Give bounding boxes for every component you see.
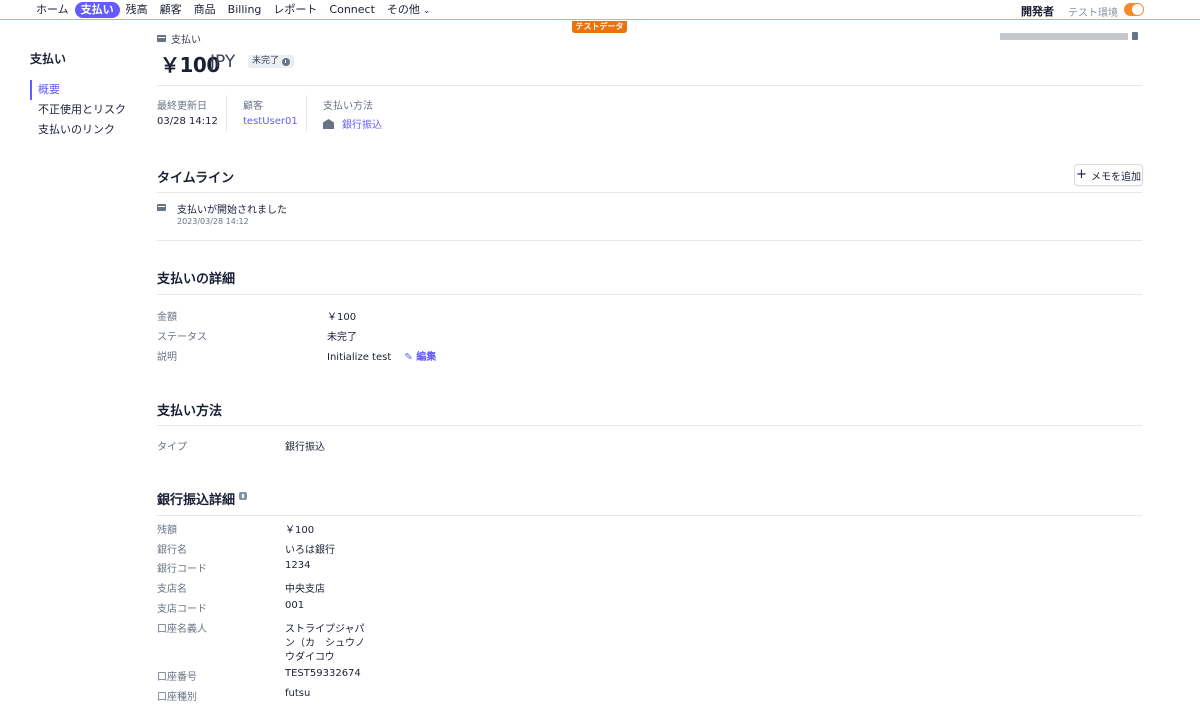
bank-value: 中央支店	[285, 584, 325, 595]
type-link[interactable]: 銀行振込	[285, 438, 325, 453]
nav-items: ホーム 支払い 残高 顧客 商品 Billing レポート Connect その…	[30, 2, 436, 18]
payment-id-redacted	[1000, 33, 1128, 40]
details-title: 支払いの詳細	[157, 272, 236, 287]
bank-label: 支店名	[157, 584, 187, 595]
sidebar-item-payment-links[interactable]: 支払いのリンク	[30, 120, 140, 140]
bank-value: ウダイコウ	[285, 652, 335, 663]
meta-separator	[226, 95, 227, 131]
bank-value: futsu	[285, 688, 311, 699]
bank-label: 口座名義人	[157, 624, 207, 635]
bank-value: 001	[285, 600, 305, 611]
description-value: Initialize test	[327, 352, 392, 363]
bank-value: いろは銀行	[285, 545, 335, 556]
updated-value: 03/28 14:12	[157, 116, 218, 127]
toggle-knob	[1132, 4, 1143, 15]
updated-label: 最終更新日	[157, 101, 207, 112]
method-value: 銀行振込	[323, 116, 382, 131]
payment-currency: JPY	[210, 52, 236, 72]
test-mode-line	[0, 19, 1200, 20]
test-mode-toggle[interactable]	[1124, 3, 1144, 16]
detail-value: ￥100	[327, 312, 357, 323]
payment-icon	[157, 35, 166, 42]
sidebar-item-overview[interactable]: 概要	[30, 80, 140, 100]
detail-label: ステータス	[157, 332, 207, 343]
detail-label: 説明	[157, 352, 177, 363]
nav-reports[interactable]: レポート	[267, 2, 323, 18]
detail-label: 金額	[157, 312, 177, 323]
bank-label: 口座番号	[157, 672, 197, 683]
bank-value: ストライプジャパ	[285, 624, 365, 635]
bank-label: 銀行コード	[157, 564, 207, 575]
nav-more[interactable]: その他 ⌄	[381, 2, 437, 18]
customer-label: 顧客	[243, 101, 263, 112]
nav-right: 開発者 テスト環境	[1021, 3, 1140, 19]
info-icon[interactable]	[239, 492, 248, 500]
plus-icon: +	[1076, 167, 1087, 182]
nav-billing[interactable]: Billing	[222, 2, 268, 18]
nav-products[interactable]: 商品	[188, 2, 222, 18]
test-data-badge: テストデータ	[572, 21, 627, 33]
copy-icon[interactable]	[1132, 32, 1138, 40]
sidebar-item-fraud-risk[interactable]: 不正使用とリスク	[30, 100, 140, 120]
method-label: 支払い方法	[323, 101, 373, 112]
bank-label: 支店コード	[157, 604, 207, 615]
bank-value: ￥100	[285, 525, 315, 536]
bank-details-title-text: 銀行振込詳細	[157, 493, 236, 508]
developer-link[interactable]: 開発者	[1021, 3, 1054, 19]
test-mode-label: テスト環境	[1068, 7, 1118, 19]
divider	[157, 425, 1142, 426]
nav-customers[interactable]: 顧客	[154, 2, 188, 18]
customer-link[interactable]: testUser01	[243, 116, 298, 127]
breadcrumb-label: 支払い	[171, 35, 201, 46]
timeline-event: 支払いが開始されました	[177, 205, 287, 216]
nav-connect[interactable]: Connect	[323, 2, 380, 18]
breadcrumb: 支払い	[157, 31, 201, 46]
status-badge: 未完了	[248, 55, 295, 68]
divider	[157, 240, 1142, 241]
bank-label: 銀行名	[157, 545, 187, 556]
clock-icon	[282, 57, 291, 66]
sidebar: 支払い 概要 不正使用とリスク 支払いのリンク	[30, 50, 140, 140]
payment-method-title: 支払い方法	[157, 404, 223, 419]
add-memo-button[interactable]: + メモを追加	[1074, 164, 1143, 186]
edit-label: 編集	[416, 352, 437, 363]
bank-details-title: 銀行振込詳細	[157, 489, 248, 508]
divider	[157, 515, 1142, 516]
divider	[157, 85, 1142, 86]
meta-separator	[306, 95, 307, 131]
bank-value: ン（カ シュウノ	[285, 638, 365, 649]
bank-label: 口座種別	[157, 692, 197, 703]
divider	[157, 294, 1142, 295]
sidebar-title: 支払い	[30, 52, 67, 66]
status-label: 未完了	[252, 56, 280, 66]
pencil-icon: ✎	[404, 352, 413, 363]
bank-value: TEST59332674	[285, 668, 361, 679]
detail-value: Initialize test ✎ 編集	[327, 348, 436, 363]
timeline-title: タイムライン	[157, 171, 235, 186]
nav-payments[interactable]: 支払い	[74, 2, 120, 18]
top-nav: ホーム 支払い 残高 顧客 商品 Billing レポート Connect その…	[0, 0, 1200, 20]
type-label: タイプ	[157, 442, 187, 453]
nav-home[interactable]: ホーム	[30, 2, 75, 18]
bank-icon	[323, 119, 334, 129]
bank-label: 残額	[157, 525, 177, 536]
nav-more-label: その他	[386, 3, 420, 16]
edit-description-button[interactable]: ✎ 編集	[404, 352, 436, 363]
method-link[interactable]: 銀行振込	[342, 120, 382, 131]
bank-value: 1234	[285, 560, 311, 571]
detail-value: 未完了	[327, 332, 357, 343]
chevron-down-icon: ⌄	[422, 6, 431, 16]
nav-balances[interactable]: 残高	[120, 2, 154, 18]
timeline-event-date: 2023/03/28 14:12	[177, 217, 249, 226]
divider	[157, 192, 1142, 193]
payment-icon	[157, 204, 166, 211]
add-memo-label: メモを追加	[1090, 171, 1141, 183]
